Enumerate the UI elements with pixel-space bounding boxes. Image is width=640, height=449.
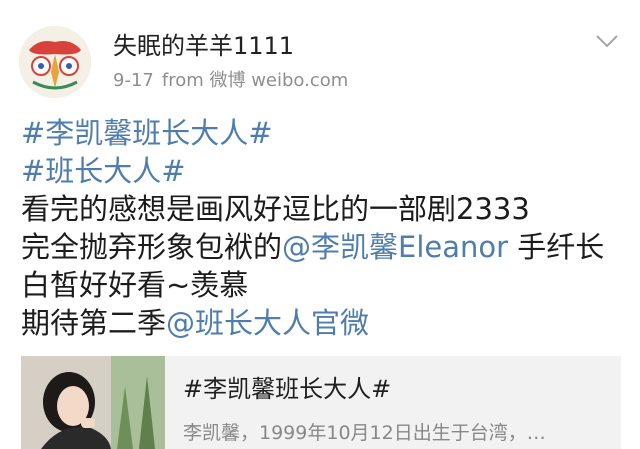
post-meta: 9-17 from 微博 weibo.com	[113, 69, 356, 93]
post-text: 手纤长	[508, 230, 605, 264]
post-text-line: #班长大人#	[21, 152, 621, 190]
post-source: from 微博 weibo.com	[161, 70, 349, 91]
post-text-line: #李凯馨班长大人#	[21, 114, 621, 152]
post-text: 期待第二季	[21, 306, 167, 340]
mention-link[interactable]: @李凯馨Eleanor	[282, 230, 508, 264]
post-text-line: 白皙好好看~羡慕	[21, 266, 621, 304]
hashtag-link[interactable]: #李凯馨班长大人#	[21, 116, 273, 150]
username[interactable]: 失眠的羊羊1111	[113, 30, 294, 62]
card-title: #李凯馨班长大人#	[183, 375, 392, 403]
link-card[interactable]: #李凯馨班长大人# 李凯馨，1999年10月12日出生于台湾，…	[21, 356, 621, 449]
hashtag-link[interactable]: #班长大人#	[21, 154, 186, 188]
card-thumbnail	[21, 356, 165, 449]
weibo-post: 失眠的羊羊1111 9-17 from 微博 weibo.com #李凯馨班长大人…	[0, 0, 640, 449]
user-avatar[interactable]	[19, 26, 91, 98]
post-text: 白皙好好看~羡慕	[21, 268, 249, 302]
post-text-line: 完全抛弃形象包袱的@李凯馨Eleanor 手纤长	[21, 228, 621, 266]
post-text: 看完的感想是画风好逗比的一部剧2333	[21, 192, 530, 226]
chevron-down-icon[interactable]	[594, 32, 620, 50]
card-description: 李凯馨，1999年10月12日出生于台湾，…	[183, 422, 546, 444]
post-date: 9-17	[113, 70, 154, 91]
post-text-line: 期待第二季@班长大人官微	[21, 304, 621, 342]
mention-link[interactable]: @班长大人官微	[166, 306, 369, 340]
post-text: 完全抛弃形象包袱的	[21, 230, 283, 264]
post-body: #李凯馨班长大人# #班长大人# 看完的感想是画风好逗比的一部剧2333 完全抛弃形象…	[21, 114, 621, 342]
post-text-line: 看完的感想是画风好逗比的一部剧2333	[21, 190, 621, 228]
